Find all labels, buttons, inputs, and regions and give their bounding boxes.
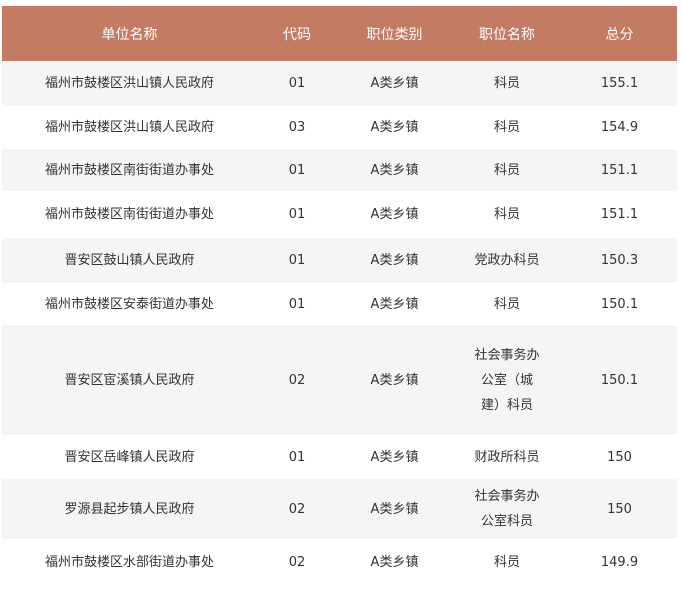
table-row: 福州市鼓楼区南街街道办事处 01 A类乡镇 科员 151.1 [2,149,677,191]
score-table: 单位名称 代码 职位类别 职位名称 总分 福州市鼓楼区洪山镇人民政府 01 A类… [2,6,677,585]
cell-unit: 晋安区鼓山镇人民政府 [2,238,257,283]
table-row: 晋安区鼓山镇人民政府 01 A类乡镇 党政办科员 150.3 [2,238,677,283]
cell-position: 社会事务办公室（城建）科员 [452,325,562,435]
cell-code: 02 [257,539,337,585]
cell-code: 01 [257,61,337,106]
cell-code: 01 [257,283,337,325]
cell-position: 科员 [452,106,562,149]
table-row: 晋安区宦溪镇人民政府 02 A类乡镇 社会事务办公室（城建）科员 150.1 [2,325,677,435]
cell-category: A类乡镇 [337,238,452,283]
table-row: 福州市鼓楼区安泰街道办事处 01 A类乡镇 科员 150.1 [2,283,677,325]
cell-score: 151.1 [562,191,677,238]
cell-position: 科员 [452,539,562,585]
cell-unit: 晋安区宦溪镇人民政府 [2,325,257,435]
table-row: 晋安区岳峰镇人民政府 01 A类乡镇 财政所科员 150 [2,435,677,479]
cell-position-text: 社会事务办公室科员 [474,489,540,529]
cell-score: 150 [562,435,677,479]
cell-score: 154.9 [562,106,677,149]
cell-score: 149.9 [562,539,677,585]
cell-score: 150.1 [562,283,677,325]
cell-score: 150.3 [562,238,677,283]
header-code: 代码 [257,6,337,61]
cell-unit: 福州市鼓楼区洪山镇人民政府 [2,106,257,149]
cell-unit: 福州市鼓楼区水部街道办事处 [2,539,257,585]
cell-code: 02 [257,325,337,435]
cell-code: 01 [257,149,337,191]
cell-position: 科员 [452,191,562,238]
cell-unit: 晋安区岳峰镇人民政府 [2,435,257,479]
cell-code: 01 [257,435,337,479]
cell-position: 科员 [452,283,562,325]
cell-category: A类乡镇 [337,149,452,191]
cell-position: 社会事务办公室科员 [452,479,562,539]
cell-position: 科员 [452,61,562,106]
table-row: 福州市鼓楼区洪山镇人民政府 03 A类乡镇 科员 154.9 [2,106,677,149]
cell-score: 150.1 [562,325,677,435]
cell-unit: 罗源县起步镇人民政府 [2,479,257,539]
cell-unit: 福州市鼓楼区安泰街道办事处 [2,283,257,325]
cell-position: 科员 [452,149,562,191]
cell-category: A类乡镇 [337,435,452,479]
table-row: 福州市鼓楼区洪山镇人民政府 01 A类乡镇 科员 155.1 [2,61,677,106]
cell-unit: 福州市鼓楼区南街街道办事处 [2,191,257,238]
cell-code: 01 [257,191,337,238]
cell-category: A类乡镇 [337,106,452,149]
table-row: 福州市鼓楼区水部街道办事处 02 A类乡镇 科员 149.9 [2,539,677,585]
header-total-score: 总分 [562,6,677,61]
cell-category: A类乡镇 [337,539,452,585]
cell-position: 党政办科员 [452,238,562,283]
cell-unit: 福州市鼓楼区洪山镇人民政府 [2,61,257,106]
header-position-name: 职位名称 [452,6,562,61]
cell-position: 财政所科员 [452,435,562,479]
cell-category: A类乡镇 [337,325,452,435]
cell-code: 02 [257,479,337,539]
table-row: 福州市鼓楼区南街街道办事处 01 A类乡镇 科员 151.1 [2,191,677,238]
cell-position-text: 社会事务办公室（城建）科员 [474,347,540,413]
cell-category: A类乡镇 [337,479,452,539]
cell-score: 155.1 [562,61,677,106]
header-unit-name: 单位名称 [2,6,257,61]
cell-unit: 福州市鼓楼区南街街道办事处 [2,149,257,191]
cell-category: A类乡镇 [337,61,452,106]
cell-category: A类乡镇 [337,191,452,238]
cell-code: 03 [257,106,337,149]
cell-code: 01 [257,238,337,283]
table-row: 罗源县起步镇人民政府 02 A类乡镇 社会事务办公室科员 150 [2,479,677,539]
cell-score: 150 [562,479,677,539]
header-position-category: 职位类别 [337,6,452,61]
cell-category: A类乡镇 [337,283,452,325]
table-header-row: 单位名称 代码 职位类别 职位名称 总分 [2,6,677,61]
cell-score: 151.1 [562,149,677,191]
